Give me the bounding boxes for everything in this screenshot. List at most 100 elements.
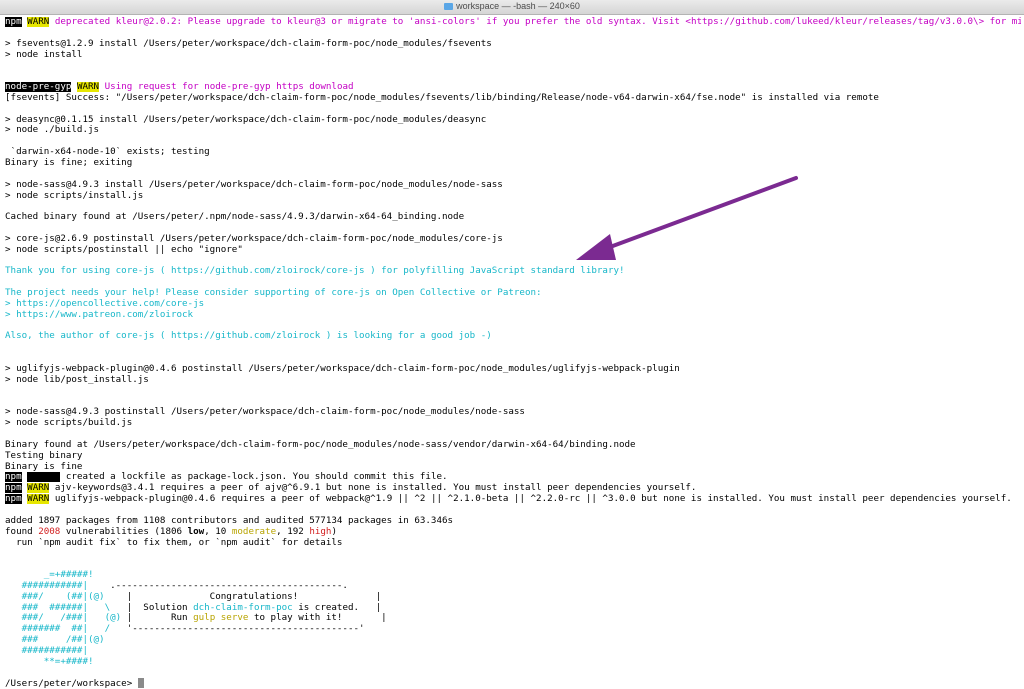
terminal-line: The project needs your help! Please cons… bbox=[5, 288, 542, 299]
terminal-line: > https://www.patreon.com/zloirock bbox=[5, 310, 1021, 321]
zloirock-link[interactable]: https://github.com/zloirock bbox=[171, 331, 320, 341]
text-segment: | Run bbox=[121, 613, 194, 624]
text-segment: ajv-keywords@3.4.1 requires a peer of aj… bbox=[49, 483, 697, 494]
folder-icon bbox=[444, 3, 454, 10]
npm-badge: npm bbox=[5, 483, 22, 494]
text-segment: Thank you for using core-js ( bbox=[5, 266, 171, 277]
low-label: low bbox=[187, 526, 205, 537]
terminal-line: node-pre-gyp WARN Using request for node… bbox=[5, 82, 1021, 93]
terminal-line: Cached binary found at /Users/peter/.npm… bbox=[5, 212, 465, 223]
text-segment: Also, the author of core-js ( bbox=[5, 331, 171, 342]
ascii-art: ###/ (##|(@) bbox=[5, 591, 122, 602]
text-segment: is created. | bbox=[292, 602, 382, 613]
ascii-art: ###########| bbox=[5, 580, 111, 591]
terminal-line: ###########| .--------------------------… bbox=[5, 581, 1021, 592]
npm-badge: npm bbox=[5, 472, 22, 483]
opencollective-link[interactable]: https://opencollective.com/core-js bbox=[16, 299, 204, 309]
ascii-art: ###########| bbox=[5, 645, 88, 656]
terminal-line: > core-js@2.6.9 postinstall /Users/peter… bbox=[5, 233, 503, 244]
terminal-line: [fsevents] Success: "/Users/peter/worksp… bbox=[5, 92, 879, 103]
warning-message: Using request for node-pre-gyp https dow… bbox=[104, 82, 354, 93]
ascii-art: **=+####! bbox=[5, 656, 94, 667]
moderate-label: moderate bbox=[231, 526, 277, 537]
terminal-line: > node ./build.js bbox=[5, 125, 100, 136]
title-bar[interactable]: workspace — -bash — 240×60 bbox=[0, 0, 1024, 15]
text-segment: uglifyjs-webpack-plugin@0.4.6 requires a… bbox=[49, 494, 1012, 505]
terminal-line: > https://opencollective.com/core-js bbox=[5, 299, 1021, 310]
text-segment: created a lockfile as package-lock.json.… bbox=[60, 472, 448, 483]
terminal-line: run `npm audit fix` to fix them, or `npm… bbox=[5, 537, 343, 548]
gulp-serve-command: gulp serve bbox=[193, 613, 249, 624]
terminal-output[interactable]: npm WARN deprecated kleur@2.0.2: Please … bbox=[5, 17, 1021, 689]
terminal-line: npm WARN deprecated kleur@2.0.2: Please … bbox=[5, 17, 1021, 28]
npm-badge: npm bbox=[5, 494, 22, 505]
ascii-art: ### /##|(@) bbox=[5, 635, 105, 646]
high-label: high bbox=[309, 526, 332, 537]
terminal-line: > node install bbox=[5, 49, 83, 60]
vulnerability-summary: found 2008 vulnerabilities (1806 low, 10… bbox=[5, 527, 1021, 538]
terminal-line: > uglifyjs-webpack-plugin@0.4.6 postinst… bbox=[5, 364, 680, 374]
text-segment: | Solution bbox=[121, 602, 194, 613]
core-js-thank-you-line: Thank you for using core-js ( https://gi… bbox=[5, 266, 1021, 277]
patreon-link[interactable]: https://www.patreon.com/zloirock bbox=[16, 310, 193, 320]
ascii-art: ####### ##| / bbox=[5, 624, 122, 635]
solution-name: dch-claim-form-poc bbox=[193, 602, 293, 613]
shell-prompt: /Users/peter/workspace> bbox=[5, 678, 138, 689]
congratulations-text: | Congratulations! | bbox=[121, 591, 382, 602]
warn-badge: WARN bbox=[27, 494, 50, 505]
terminal-line: ### ######| \ | Solution dch-claim-form-… bbox=[5, 603, 1021, 614]
ascii-art: ###/ /###| (@) bbox=[5, 613, 122, 624]
terminal-line: > node scripts/postinstall || echo "igno… bbox=[5, 244, 243, 255]
terminal-line: > node-sass@4.9.3 install /Users/peter/w… bbox=[5, 179, 503, 190]
shell-prompt-line[interactable]: /Users/peter/workspace> bbox=[5, 678, 1021, 689]
terminal-line: Binary is fine; exiting bbox=[5, 157, 133, 168]
terminal-line: Binary is fine bbox=[5, 461, 83, 472]
text-segment: ) bbox=[331, 526, 338, 537]
terminal-line: > node-sass@4.9.3 postinstall /Users/pet… bbox=[5, 407, 525, 418]
text-segment: , 192 bbox=[276, 526, 310, 537]
deprecation-message: deprecated kleur@2.0.2: Please upgrade t… bbox=[54, 17, 1021, 27]
terminal-line: npm WARN ajv-keywords@3.4.1 requires a p… bbox=[5, 483, 1021, 494]
terminal-line: `darwin-x64-node-10` exists; testing bbox=[5, 147, 210, 158]
terminal-line: npm WARN uglifyjs-webpack-plugin@0.4.6 r… bbox=[5, 494, 1021, 505]
notice-badge bbox=[27, 472, 61, 483]
text-segment: vulnerabilities (1806 bbox=[60, 526, 188, 537]
prompt-marker: > bbox=[5, 298, 17, 309]
node-pre-gyp-badge: node-pre-gyp bbox=[5, 82, 72, 93]
prompt-marker: > bbox=[5, 309, 17, 320]
terminal-line: > fsevents@1.2.9 install /Users/peter/wo… bbox=[5, 38, 492, 49]
terminal-line: > node scripts/build.js bbox=[5, 418, 133, 429]
core-js-link[interactable]: https://github.com/zloirock/core-js bbox=[171, 266, 365, 276]
terminal-line: Binary found at /Users/peter/workspace/d… bbox=[5, 439, 636, 450]
warn-badge: WARN bbox=[27, 483, 50, 494]
terminal-line: ###/ (##|(@) | Congratulations! | bbox=[5, 592, 1021, 603]
vulnerability-count: 2008 bbox=[38, 526, 61, 537]
annotation-arrow-icon bbox=[576, 176, 798, 260]
warn-badge: WARN bbox=[27, 17, 50, 27]
text-segment: ) is looking for a good job -) bbox=[320, 331, 492, 342]
box-border: '---------------------------------------… bbox=[121, 624, 365, 635]
terminal-line: Testing binary bbox=[5, 450, 83, 461]
window-title-text: workspace — -bash — 240×60 bbox=[456, 1, 580, 11]
box-border: .---------------------------------------… bbox=[110, 580, 348, 591]
terminal-line: > node scripts/install.js bbox=[5, 190, 144, 201]
text-segment: , 10 bbox=[204, 526, 232, 537]
text-cursor bbox=[137, 678, 144, 689]
